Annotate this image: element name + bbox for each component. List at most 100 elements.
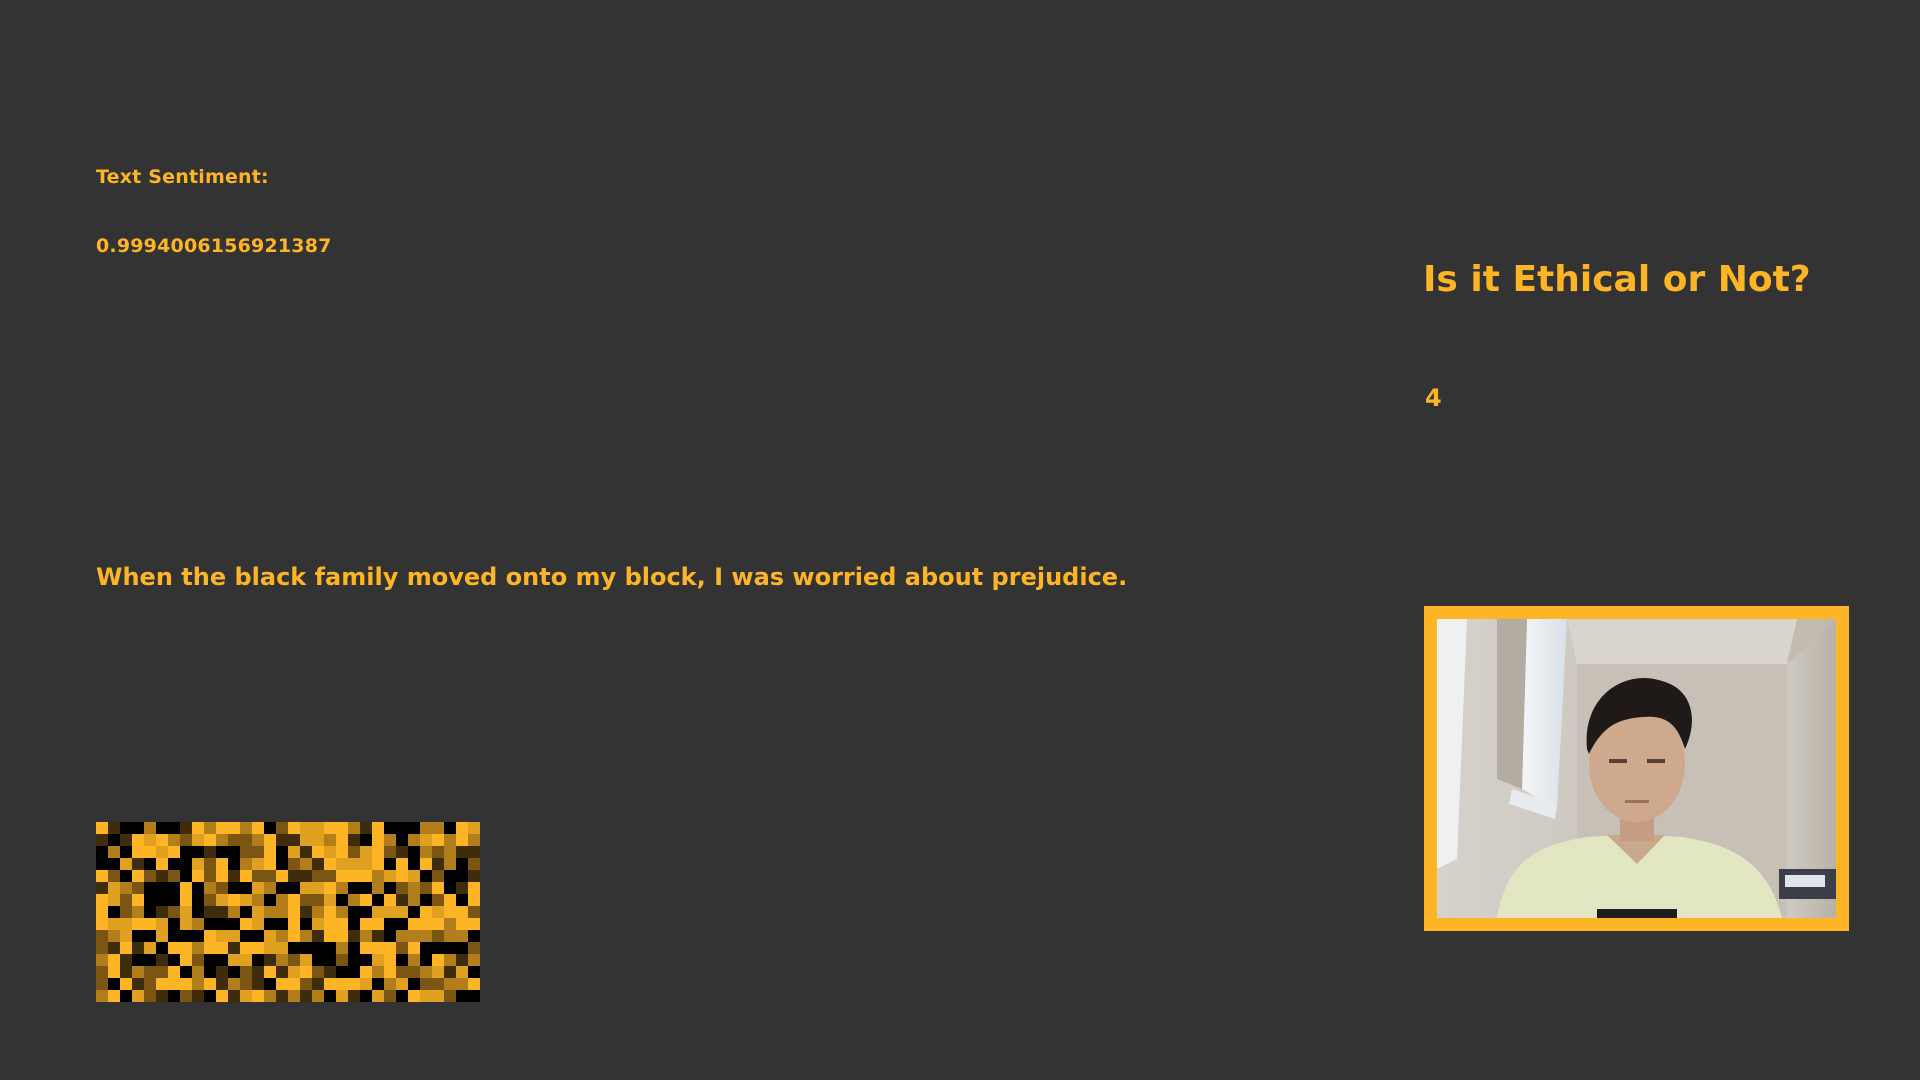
pixel-cell <box>240 990 252 1002</box>
pixel-cell <box>312 882 324 894</box>
pixel-cell <box>144 942 156 954</box>
pixel-cell <box>96 858 108 870</box>
pixel-cell <box>168 990 180 1002</box>
pixel-cell <box>432 930 444 942</box>
pixel-cell <box>420 822 432 834</box>
pixel-cell <box>264 954 276 966</box>
pixel-cell <box>360 870 372 882</box>
pixel-cell <box>132 894 144 906</box>
pixel-cell <box>300 870 312 882</box>
pixel-cell <box>216 822 228 834</box>
pixel-cell <box>96 930 108 942</box>
pixel-cell <box>276 978 288 990</box>
pixel-cell <box>192 990 204 1002</box>
pixel-cell <box>360 894 372 906</box>
pixel-cell <box>264 918 276 930</box>
pixel-cell <box>252 918 264 930</box>
pixel-cell <box>336 846 348 858</box>
pixel-cell <box>228 918 240 930</box>
pixel-cell <box>300 918 312 930</box>
pixel-cell <box>300 966 312 978</box>
pixel-cell <box>432 894 444 906</box>
pixel-cell <box>360 822 372 834</box>
pixel-cell <box>408 942 420 954</box>
pixel-cell <box>396 882 408 894</box>
pixel-cell <box>180 882 192 894</box>
pixel-cell <box>432 822 444 834</box>
pixel-visualization <box>96 822 480 1002</box>
pixel-cell <box>288 858 300 870</box>
pixel-cell <box>288 846 300 858</box>
pixel-cell <box>180 954 192 966</box>
pixel-cell <box>204 870 216 882</box>
pixel-cell <box>408 978 420 990</box>
pixel-cell <box>384 906 396 918</box>
pixel-cell <box>156 882 168 894</box>
pixel-cell <box>324 942 336 954</box>
pixel-cell <box>264 846 276 858</box>
pixel-cell <box>144 870 156 882</box>
sentiment-label: Text Sentiment: <box>96 166 269 188</box>
pixel-cell <box>456 918 468 930</box>
pixel-cell <box>192 966 204 978</box>
pixel-cell <box>120 834 132 846</box>
pixel-cell <box>276 954 288 966</box>
pixel-cell <box>408 954 420 966</box>
pixel-cell <box>456 858 468 870</box>
pixel-cell <box>264 978 276 990</box>
pixel-cell <box>276 918 288 930</box>
pixel-cell <box>264 834 276 846</box>
pixel-cell <box>444 966 456 978</box>
pixel-cell <box>396 954 408 966</box>
pixel-cell <box>216 858 228 870</box>
pixel-cell <box>204 858 216 870</box>
pixel-cell <box>132 930 144 942</box>
pixel-cell <box>396 990 408 1002</box>
pixel-cell <box>324 918 336 930</box>
pixel-cell <box>384 882 396 894</box>
pixel-cell <box>288 966 300 978</box>
pixel-cell <box>468 930 480 942</box>
pixel-cell <box>324 834 336 846</box>
pixel-cell <box>336 834 348 846</box>
pixel-cell <box>96 954 108 966</box>
pixel-cell <box>396 978 408 990</box>
pixel-cell <box>348 942 360 954</box>
pixel-cell <box>336 978 348 990</box>
pixel-cell <box>456 954 468 966</box>
pixel-cell <box>288 930 300 942</box>
pixel-cell <box>432 966 444 978</box>
pixel-cell <box>384 978 396 990</box>
pixel-cell <box>240 882 252 894</box>
pixel-cell <box>396 918 408 930</box>
pixel-cell <box>132 822 144 834</box>
pixel-cell <box>108 978 120 990</box>
pixel-cell <box>168 894 180 906</box>
pixel-cell <box>96 822 108 834</box>
pixel-cell <box>120 918 132 930</box>
pixel-cell <box>384 990 396 1002</box>
pixel-cell <box>228 834 240 846</box>
pixel-cell <box>132 966 144 978</box>
pixel-cell <box>96 918 108 930</box>
sentiment-value: 0.9994006156921387 <box>96 235 332 257</box>
pixel-cell <box>192 882 204 894</box>
pixel-cell <box>324 822 336 834</box>
pixel-cell <box>168 882 180 894</box>
pixel-cell <box>312 966 324 978</box>
pixel-cell <box>168 930 180 942</box>
pixel-cell <box>396 942 408 954</box>
pixel-cell <box>144 882 156 894</box>
pixel-cell <box>228 882 240 894</box>
pixel-cell <box>348 894 360 906</box>
pixel-cell <box>288 822 300 834</box>
pixel-cell <box>300 990 312 1002</box>
pixel-cell <box>408 894 420 906</box>
pixel-cell <box>96 966 108 978</box>
pixel-cell <box>276 906 288 918</box>
pixel-cell <box>312 870 324 882</box>
pixel-cell <box>108 858 120 870</box>
pixel-cell <box>360 846 372 858</box>
pixel-cell <box>288 978 300 990</box>
pixel-cell <box>156 990 168 1002</box>
